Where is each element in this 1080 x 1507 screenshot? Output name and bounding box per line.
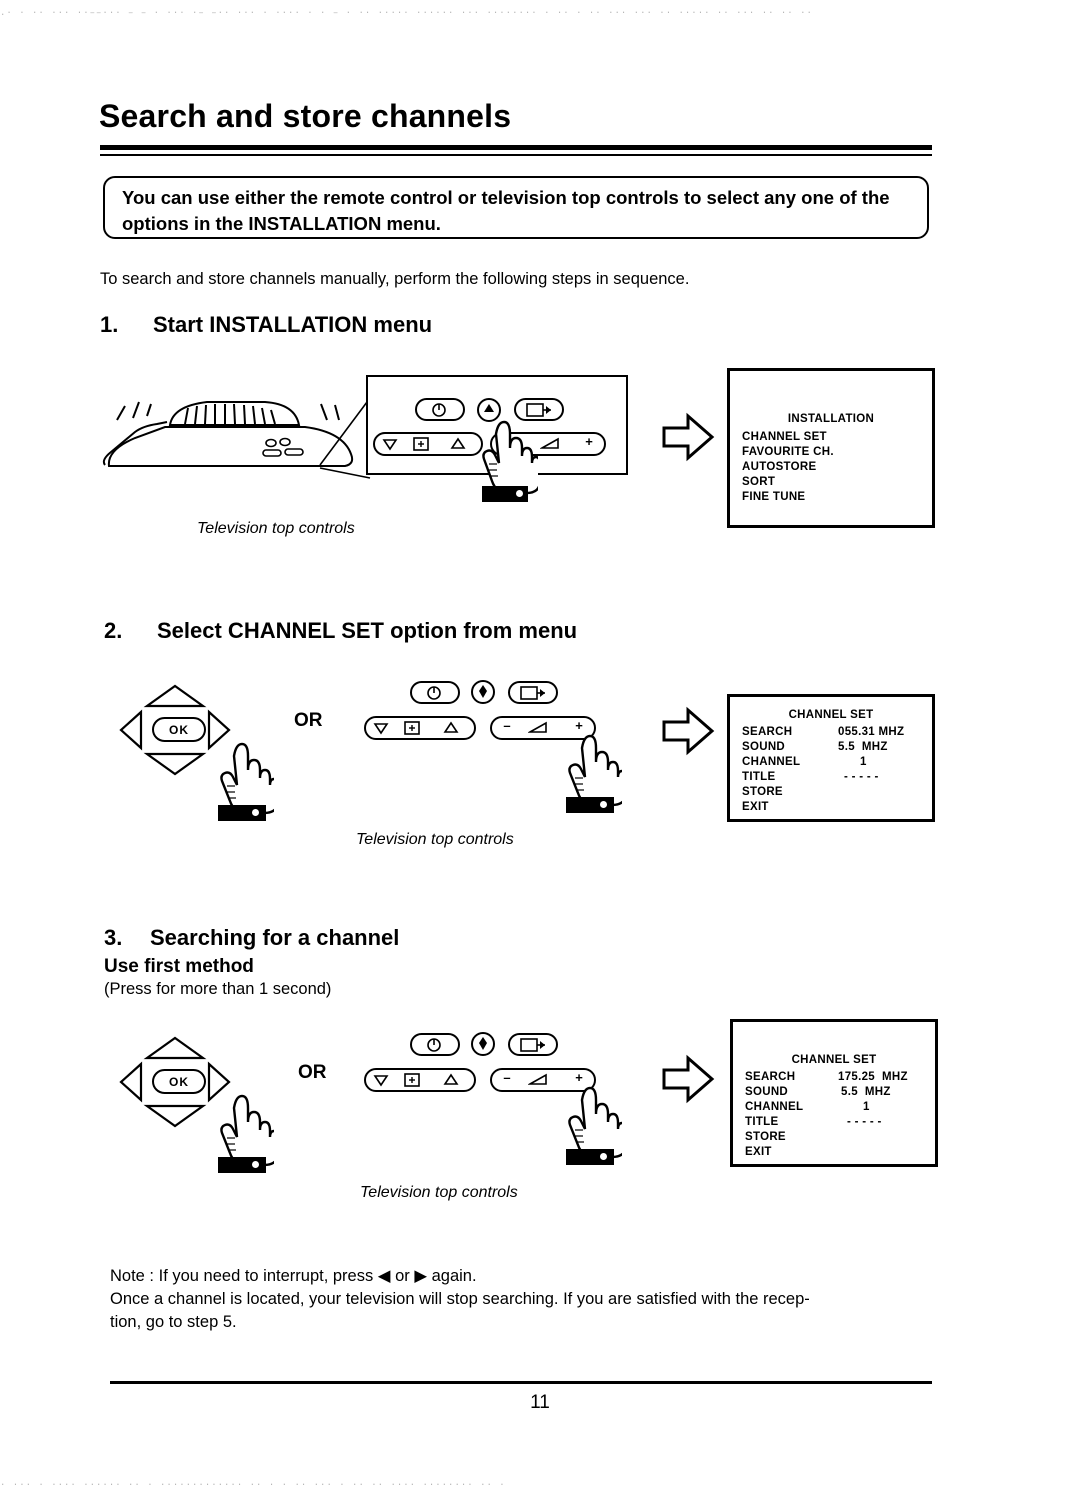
hand-base-dot-2b [600,801,607,808]
callout-text: You can use either the remote control or… [122,187,890,234]
osd-value-3-3: - - - - - [847,1116,882,1128]
osd-label-2-4: STORE [742,786,783,798]
step-2-title: Select CHANNEL SET option from menu [157,618,578,643]
plus-label-3: + [575,1070,583,1085]
source-icon-2 [520,686,545,700]
or-label-2: OR [294,710,323,731]
osd-screen-3: CHANNEL SET SEARCH 175.25 MHZ SOUND 5.5 … [730,1019,938,1167]
osd-label-2-1: SOUND [742,741,786,753]
osd-row-1-0: CHANNEL SET [742,431,827,443]
page-number: 11 [530,1392,550,1413]
volume-icon-3 [528,1073,547,1085]
osd-value-2-3: - - - - - [844,771,879,783]
power-icon-3 [427,1038,441,1052]
down-triangle-icon-2 [373,723,389,735]
menu-icon-2[interactable] [470,680,496,705]
scan-artifact-bottom: · ··· · ···· ······ ·· · ············· ·… [0,1480,506,1490]
osd-label-3-3: TITLE [745,1116,779,1128]
osd-label-3-0: SEARCH [745,1071,796,1083]
hand-base-dot-3 [252,1161,259,1168]
down-triangle-icon-3 [373,1075,389,1087]
up-triangle-icon-2 [443,721,459,733]
ok-button-3[interactable]: OK [152,1069,206,1094]
document-page: .· · ·· ··· ··––··· – – · ··· ·– –·· ···… [0,0,1080,1507]
source-icon [526,403,551,417]
scan-artifact-top: .· · ·· ··· ··––··· – – · ··· ·– –·· ···… [0,8,813,18]
source-icon-3 [520,1038,545,1052]
osd-value-2-1: 5.5 MHZ [838,741,888,753]
osd-label-3-2: CHANNEL [745,1101,804,1113]
step-2-caption: Television top controls [356,831,514,848]
step-3-caption: Television top controls [360,1184,518,1201]
step-3-subhead: Use first method [104,956,254,977]
osd-value-2-0: 055.31 MHZ [838,726,905,738]
osd-value-3-0: 175.25 MHZ [838,1071,908,1083]
osd-row-1-1: FAVOURITE CH. [742,446,834,458]
osd-title-2: CHANNEL SET [788,709,874,721]
osd-label-2-3: TITLE [742,771,776,783]
title-rule-thick [100,145,932,150]
minus-label-3: – [503,1070,511,1085]
osd-value-3-1: 5.5 MHZ [841,1086,891,1098]
osd-screen-1: INSTALLATION CHANNEL SET FAVOURITE CH. A… [727,368,935,528]
osd-title-3: CHANNEL SET [791,1054,877,1066]
osd-label-2-5: EXIT [742,801,769,813]
flow-arrow-1 [662,412,715,462]
osd-label-3-1: SOUND [745,1086,789,1098]
hand-base-dot-1 [516,490,523,497]
note-line-1: Note : If you need to interrupt, press ◀… [110,1267,477,1285]
or-label-3: OR [298,1062,327,1083]
step-3-subnote: (Press for more than 1 second) [104,980,332,998]
osd-value-2-2: 1 [860,756,867,768]
flow-arrow-3 [662,1054,715,1104]
box-icon-3 [404,1073,420,1087]
down-triangle-icon-1 [382,439,398,451]
minus-label-2: – [503,718,511,733]
page-title: Search and store channels [99,98,512,134]
osd-value-3-2: 1 [863,1101,870,1113]
osd-row-1-2: AUTOSTORE [742,461,817,473]
box-icon-2 [404,721,420,735]
osd-row-1-3: SORT [742,476,776,488]
step-1-title: Start INSTALLATION menu [153,312,433,337]
footer-rule [110,1381,932,1384]
plus-label-1: + [585,434,593,449]
flow-arrow-2 [662,706,715,756]
box-icon-1 [413,437,429,451]
up-triangle-icon-3 [443,1073,459,1085]
step-1-number: 1. [100,312,119,337]
volume-icon-2 [528,721,547,733]
power-icon-2 [427,686,441,700]
note-line-3: tion, go to step 5. [110,1313,237,1331]
hand-base-dot-2 [252,809,259,816]
title-rule-thin [100,154,932,156]
step-3-title: Searching for a channel [150,925,400,950]
plus-label-2: + [575,718,583,733]
intro-text: To search and store channels manually, p… [100,270,690,288]
osd-label-3-4: STORE [745,1131,786,1143]
osd-label-2-2: CHANNEL [742,756,801,768]
hand-base-dot-3b [600,1153,607,1160]
menu-icon-3[interactable] [470,1032,496,1057]
up-triangle-icon-1 [450,437,466,449]
step-2-number: 2. [104,618,123,643]
osd-title-1: INSTALLATION [787,413,875,425]
osd-label-2-0: SEARCH [742,726,793,738]
step-3-number: 3. [104,925,123,950]
osd-row-1-4: FINE TUNE [742,491,806,503]
power-icon [432,403,446,417]
ok-button-2[interactable]: OK [152,717,206,742]
note-block: Note : If you need to interrupt, press ◀… [110,1265,930,1334]
step-1-caption: Television top controls [197,520,355,537]
osd-label-3-5: EXIT [745,1146,772,1158]
volume-icon-1 [540,437,559,449]
note-line-2: Once a channel is located, your televisi… [110,1290,810,1308]
osd-screen-2: CHANNEL SET SEARCH 055.31 MHZ SOUND 5.5 … [727,694,935,822]
